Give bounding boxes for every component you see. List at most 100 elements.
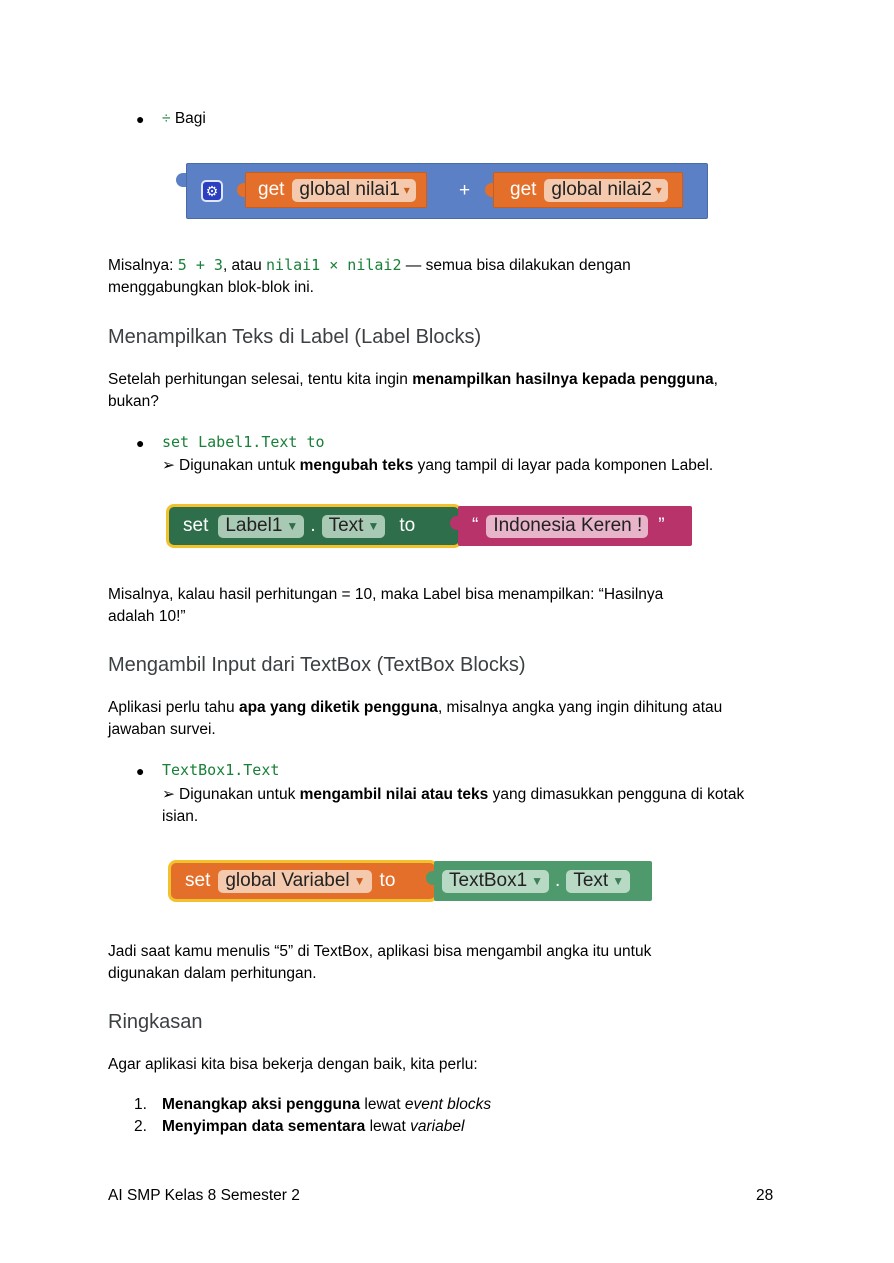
italic-text: variabel <box>410 1118 465 1135</box>
textbox-example-paragraph: Jadi saat kamu menulis “5” di TextBox, a… <box>108 941 808 985</box>
to-label: to <box>379 870 396 891</box>
list-number: 2. <box>134 1118 147 1135</box>
text: , <box>713 371 718 388</box>
block-connector <box>485 183 493 197</box>
property-name: Text <box>573 869 609 891</box>
text: jawaban survei. <box>108 721 216 738</box>
quote-open: “ <box>472 515 479 536</box>
text: Digunakan untuk <box>179 457 300 474</box>
label-example-paragraph: Misalnya, kalau hasil perhitungan = 10, … <box>108 584 808 628</box>
page-number: 28 <box>756 1187 774 1204</box>
variable-dropdown-right[interactable]: global nilai2 ▾ <box>544 178 668 202</box>
arrow-icon: ➢ <box>162 457 175 474</box>
dot-separator: . <box>310 515 316 536</box>
text: menggabungkan blok-blok ini. <box>108 279 314 296</box>
text: yang dimasukkan pengguna di kotak <box>488 786 745 803</box>
divide-label: Bagi <box>174 110 206 127</box>
textbox-code-bullet: TextBox1.Text <box>162 761 280 779</box>
text: yang tampil di layar pada komponen Label… <box>413 457 714 474</box>
text: Aplikasi perlu tahu <box>108 699 239 716</box>
set-variable-block[interactable]: set global Variabel ▼ to <box>168 860 438 902</box>
list-item: 2. Menyimpan data sementara lewat variabe… <box>134 1116 491 1138</box>
text: Jadi saat kamu menulis “5” di TextBox, a… <box>108 943 652 960</box>
arrow-icon: ➢ <box>162 786 175 803</box>
text: bukan? <box>108 393 159 410</box>
get-label: get <box>258 179 285 200</box>
text: adalah 10!” <box>108 608 186 625</box>
divide-symbol: ÷ <box>162 110 171 127</box>
variable-name: global nilai2 <box>551 178 652 200</box>
bold-text: Menyimpan data sementara <box>162 1118 366 1135</box>
chevron-down-icon: ▼ <box>612 873 625 888</box>
section-heading-textbox: Mengambil Input dari TextBox (TextBox Bl… <box>108 654 526 676</box>
chevron-down-icon: ▾ <box>655 182 662 197</box>
variable-name: global nilai1 <box>299 178 400 200</box>
section-heading-label: Menampilkan Teks di Label (Label Blocks) <box>108 326 482 348</box>
block-connector <box>176 173 186 187</box>
text-value: Indonesia Keren ! <box>493 514 643 536</box>
list-item: 1. Menangkap aksi pengguna lewat event bl… <box>134 1094 491 1116</box>
bold-text: mengubah teks <box>299 457 414 474</box>
bold-text: apa yang diketik pengguna <box>238 699 438 716</box>
chevron-down-icon: ▾ <box>403 182 410 197</box>
textbox-description: ➢ Digunakan untuk mengambil nilai atau te… <box>162 784 802 828</box>
summary-intro: Agar aplikasi kita bisa bekerja dengan b… <box>108 1056 478 1073</box>
textbox-text-getter-block[interactable]: TextBox1 ▼ . Text ▼ <box>426 861 652 901</box>
get-block-right[interactable]: get global nilai2 ▾ <box>485 172 683 208</box>
text: lewat <box>365 1118 411 1135</box>
footer-title: AI SMP Kelas 8 Semester 2 <box>108 1187 300 1204</box>
set-label-text-block[interactable]: set Label1 ▼ . Text ▼ to <box>166 504 462 548</box>
plus-operator[interactable]: + <box>459 180 470 202</box>
code-inline: nilai1 × nilai2 <box>266 256 402 274</box>
chevron-down-icon: ▼ <box>531 873 544 888</box>
component-dropdown[interactable]: Label1 ▼ <box>218 514 305 538</box>
variable-dropdown[interactable]: global Variabel ▼ <box>218 869 372 893</box>
bold-text: mengambil nilai atau teks <box>299 786 489 803</box>
block-connector <box>426 871 434 885</box>
variable-name: global Variabel <box>225 869 350 891</box>
math-add-block[interactable]: ⚙ get global nilai1 ▾ + get global nilai… <box>176 163 708 219</box>
text: , atau <box>222 257 267 274</box>
component-dropdown[interactable]: TextBox1 ▼ <box>442 869 550 893</box>
text: lewat <box>360 1096 405 1113</box>
summary-list: 1. Menangkap aksi pengguna lewat event bl… <box>134 1094 491 1138</box>
text: digunakan dalam perhitungan. <box>108 965 317 982</box>
italic-text: event blocks <box>404 1096 492 1113</box>
set-label: set <box>185 870 211 891</box>
block-connector <box>237 183 245 197</box>
text: Misalnya, kalau hasil perhitungan = 10, … <box>108 586 664 603</box>
bullet-divide: ÷ Bagi <box>162 110 206 128</box>
get-block-left[interactable]: get global nilai1 ▾ <box>237 172 427 208</box>
bullet-dot: ● <box>136 763 145 779</box>
property-dropdown[interactable]: Text ▼ <box>321 514 386 538</box>
example-paragraph: Misalnya: 5 + 3, atau nilai1 × nilai2 — … <box>108 254 808 299</box>
textbox-intro-paragraph: Aplikasi perlu tahu apa yang diketik pen… <box>108 697 808 741</box>
label-intro-paragraph: Setelah perhitungan selesai, tentu kita … <box>108 369 808 413</box>
gear-icon[interactable]: ⚙ <box>201 180 223 202</box>
text: isian. <box>162 808 199 825</box>
block-connector <box>450 516 458 530</box>
component-name: TextBox1 <box>449 869 528 891</box>
text-string-block[interactable]: “ Indonesia Keren ! ” <box>450 506 692 546</box>
code-inline: 5 + 3 <box>177 256 223 274</box>
bold-text: Menangkap aksi pengguna <box>162 1096 361 1113</box>
bullet-dot: ● <box>136 435 145 451</box>
quote-close: ” <box>658 515 665 536</box>
chevron-down-icon: ▼ <box>286 518 299 533</box>
chevron-down-icon: ▼ <box>353 873 366 888</box>
text-value-field[interactable]: Indonesia Keren ! <box>486 514 649 538</box>
section-heading-summary: Ringkasan <box>108 1011 203 1033</box>
bullet-dot: ● <box>136 111 145 127</box>
label-description: ➢ Digunakan untuk mengubah teks yang tamp… <box>162 456 713 475</box>
property-dropdown[interactable]: Text ▼ <box>566 869 631 893</box>
set-label: set <box>183 515 209 536</box>
text: Misalnya: <box>108 257 178 274</box>
property-name: Text <box>328 514 364 536</box>
label-code-bullet: set Label1.Text to <box>162 433 325 451</box>
get-label: get <box>510 179 537 200</box>
variable-dropdown-left[interactable]: global nilai1 ▾ <box>292 178 416 202</box>
bold-text: menampilkan hasilnya kepada pengguna <box>412 371 714 388</box>
chevron-down-icon: ▼ <box>367 518 380 533</box>
dot-separator: . <box>555 870 561 891</box>
component-name: Label1 <box>225 514 283 536</box>
